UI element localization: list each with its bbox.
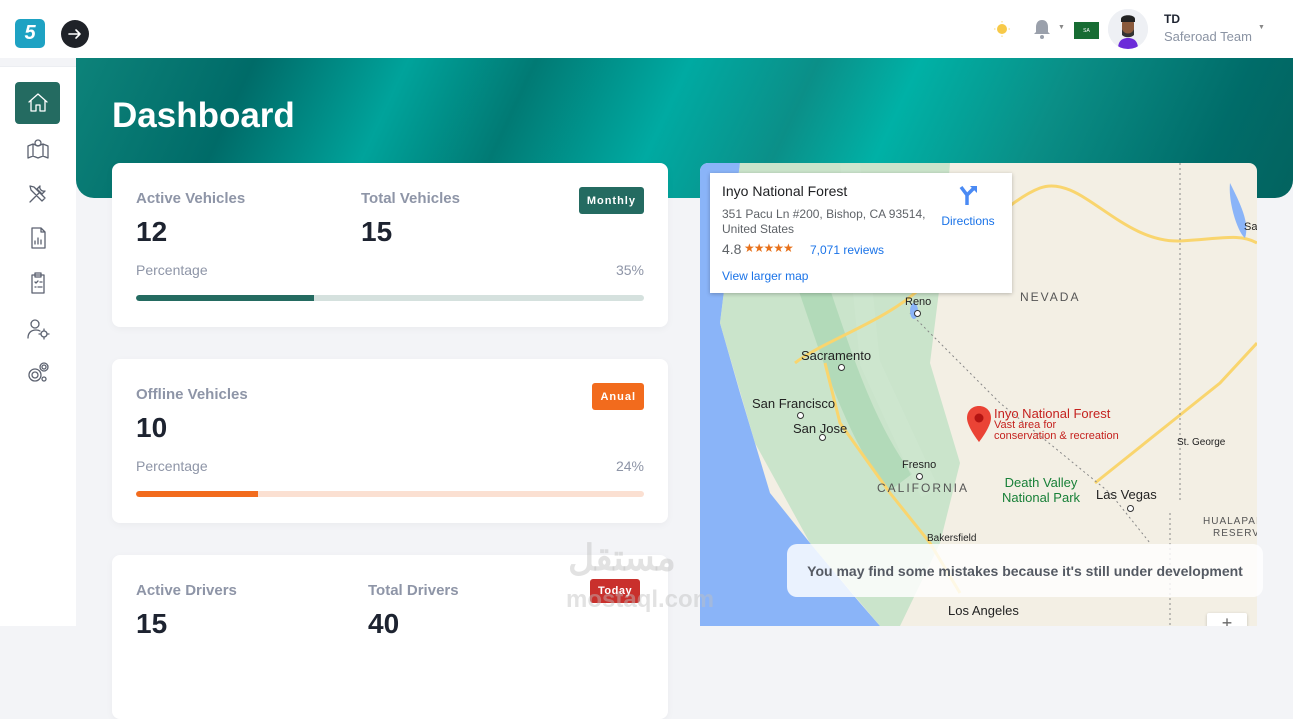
park-name-line-1: Death Valley bbox=[1004, 475, 1078, 490]
rating-stars-icon: ★★★★★ bbox=[744, 241, 794, 255]
map-label-las-vegas: Las Vegas bbox=[1096, 487, 1157, 502]
gears-icon bbox=[27, 362, 49, 382]
notification-bell-icon[interactable] bbox=[1033, 19, 1051, 39]
map-icon bbox=[26, 139, 49, 159]
sidebar bbox=[0, 66, 76, 626]
map-label-reno: Reno bbox=[905, 296, 932, 308]
logo-glyph: 5 bbox=[24, 22, 36, 44]
arrow-right-icon bbox=[68, 29, 81, 39]
city-dot bbox=[914, 310, 921, 317]
report-icon bbox=[30, 227, 46, 249]
map-label-hualapai-2: RESERVATION bbox=[1213, 528, 1257, 539]
offline-vehicles-stat-card: Offline Vehicles 10 Anual Percentage 24% bbox=[112, 359, 668, 523]
place-info-card: Inyo National Forest 351 Pacu Ln #200, B… bbox=[710, 173, 1012, 293]
view-larger-map-link[interactable]: View larger map bbox=[722, 269, 808, 283]
active-drivers-value: 15 bbox=[136, 608, 168, 639]
sidebar-item-user-settings[interactable] bbox=[15, 308, 60, 350]
drivers-stat-card: Active Drivers 15 Total Drivers 40 Today bbox=[112, 555, 668, 719]
flag-text: SA bbox=[1083, 27, 1090, 34]
total-vehicles-value: 15 bbox=[361, 216, 393, 247]
map-label-hualapai-1: HUALAPAI INDIAN bbox=[1203, 516, 1257, 527]
avatar-image bbox=[1108, 9, 1148, 49]
place-name: Inyo National Forest bbox=[722, 183, 848, 199]
period-badge-annual[interactable]: Anual bbox=[592, 383, 644, 410]
progress-track bbox=[136, 491, 644, 497]
user-gear-icon bbox=[26, 319, 50, 340]
language-flag-icon[interactable]: SA bbox=[1074, 22, 1099, 39]
total-vehicles-label: Total Vehicles bbox=[361, 190, 460, 207]
user-menu-caret-icon[interactable]: ▼ bbox=[1258, 24, 1265, 31]
percentage-label: Percentage bbox=[136, 262, 208, 278]
page-title: Dashboard bbox=[112, 96, 295, 135]
period-badge-monthly[interactable]: Monthly bbox=[578, 187, 644, 214]
offline-vehicles-value: 10 bbox=[136, 412, 168, 443]
sidebar-item-maintenance[interactable] bbox=[15, 173, 60, 215]
tools-icon bbox=[28, 185, 46, 203]
map-pin-icon[interactable] bbox=[966, 406, 992, 442]
active-drivers-label: Active Drivers bbox=[136, 582, 237, 599]
map-label-fresno: Fresno bbox=[902, 459, 937, 471]
city-dot bbox=[797, 412, 804, 419]
directions-icon bbox=[959, 185, 977, 205]
park-name-line-2: National Park bbox=[1002, 490, 1081, 505]
theme-toggle-sun-icon[interactable] bbox=[994, 21, 1010, 37]
place-address: 351 Pacu Ln #200, Bishop, CA 93514, Unit… bbox=[722, 207, 926, 236]
map-label-nevada: NEVADA bbox=[1020, 290, 1081, 304]
directions-button[interactable]: Directions bbox=[938, 185, 998, 228]
map-label-sacramento: Sacramento bbox=[801, 348, 872, 363]
city-dot bbox=[838, 364, 845, 371]
active-vehicles-value: 12 bbox=[136, 216, 168, 247]
map-label-los-angeles: Los Angeles bbox=[948, 603, 1019, 618]
home-icon bbox=[27, 93, 48, 112]
city-dot bbox=[819, 434, 826, 441]
map-label-salt-lake: Sa bbox=[1244, 221, 1257, 233]
map-label-death-valley: Death Valley National Park bbox=[1002, 475, 1080, 505]
directions-label: Directions bbox=[941, 214, 995, 228]
sidebar-item-settings[interactable] bbox=[15, 352, 60, 394]
vehicles-stat-card: Active Vehicles 12 Total Vehicles 15 Mon… bbox=[112, 163, 668, 327]
top-bar: 5 ▼ SA TD Saferoad Team ▼ bbox=[0, 0, 1293, 58]
map-label-california: CALIFORNIA bbox=[877, 481, 970, 495]
active-vehicles-label: Active Vehicles bbox=[136, 190, 246, 207]
reviews-link[interactable]: 7,071 reviews bbox=[810, 243, 884, 257]
place-rating: 4.8 bbox=[722, 241, 742, 257]
progress-track bbox=[136, 295, 644, 301]
percentage-value: 24% bbox=[615, 458, 644, 474]
pin-subtitle-line-2: conservation & recreation bbox=[994, 430, 1119, 442]
watermark-arabic: مستقل bbox=[568, 537, 676, 578]
percentage-label: Percentage bbox=[136, 458, 208, 474]
highway-15 bbox=[1094, 341, 1257, 485]
map-zoom-in-button[interactable]: + bbox=[1207, 613, 1247, 626]
offline-vehicles-label: Offline Vehicles bbox=[136, 386, 248, 403]
user-team[interactable]: Saferoad Team bbox=[1164, 29, 1252, 44]
sidebar-toggle-button[interactable] bbox=[61, 20, 89, 48]
total-drivers-label: Total Drivers bbox=[368, 582, 459, 599]
pin-subtitle: Vast area for conservation & recreation bbox=[994, 420, 1119, 442]
watermark-latin: mostaql.com bbox=[566, 586, 715, 613]
progress-fill bbox=[136, 491, 258, 497]
sidebar-item-map[interactable] bbox=[15, 128, 60, 170]
sidebar-item-tasks[interactable] bbox=[15, 262, 60, 304]
percentage-value: 35% bbox=[615, 262, 644, 278]
city-dot bbox=[1127, 505, 1134, 512]
user-initials[interactable]: TD bbox=[1164, 12, 1180, 26]
progress-fill bbox=[136, 295, 314, 301]
total-drivers-value: 40 bbox=[368, 608, 400, 639]
clipboard-icon bbox=[30, 272, 45, 294]
development-notice-toast: You may find some mistakes because it's … bbox=[787, 544, 1263, 597]
app-logo[interactable]: 5 bbox=[15, 19, 45, 48]
sidebar-item-reports[interactable] bbox=[15, 217, 60, 259]
map-label-san-francisco: San Francisco bbox=[752, 396, 836, 411]
city-dot bbox=[916, 473, 923, 480]
map-label-st-george: St. George bbox=[1177, 437, 1226, 448]
map-label-bakersfield: Bakersfield bbox=[927, 533, 977, 544]
sidebar-item-home[interactable] bbox=[15, 82, 60, 124]
user-avatar[interactable] bbox=[1108, 9, 1148, 49]
notification-caret-icon[interactable]: ▼ bbox=[1058, 24, 1065, 31]
